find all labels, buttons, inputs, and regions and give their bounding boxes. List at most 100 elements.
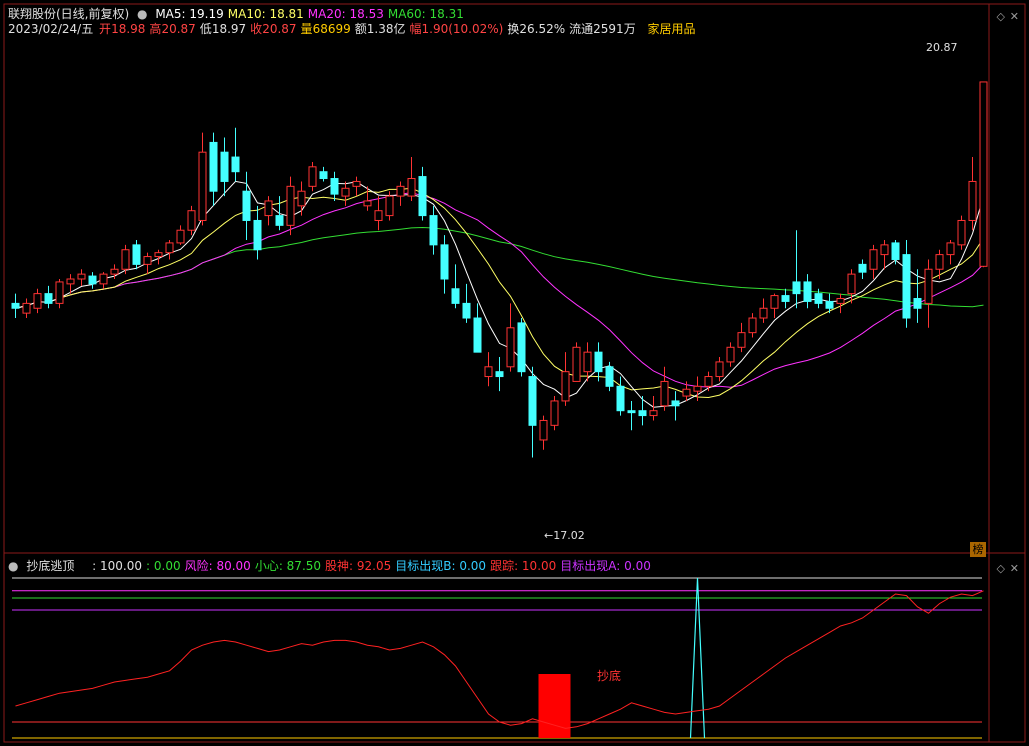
- candle-body-15: [176, 229, 185, 244]
- header-row-quote: 2023/02/24/五 开18.98 高20.87 低18.97 收20.87 量68…: [8, 22, 700, 36]
- quote-key-1: 高: [149, 22, 162, 36]
- candle-body-58: [649, 410, 658, 417]
- indicator-value-6: 跟踪: 10.00: [490, 559, 557, 573]
- candle-body-13: [154, 252, 163, 258]
- candle-body-54: [605, 366, 614, 387]
- candle-body-10: [121, 249, 130, 270]
- candle-body-37: [418, 176, 427, 217]
- candle-body-51: [572, 346, 581, 382]
- candle-body-18: [209, 141, 218, 192]
- quote-key-4: 量: [300, 22, 313, 36]
- candle-body-26: [297, 190, 306, 207]
- candle-body-27: [308, 166, 317, 187]
- candle-body-41: [462, 302, 471, 319]
- candle-body-20: [231, 156, 240, 173]
- candle-body-65: [726, 346, 735, 363]
- candle-body-62: [693, 385, 702, 392]
- candle-body-39: [440, 244, 449, 280]
- indicator-name[interactable]: 抄底逃顶: [26, 559, 74, 573]
- candle-body-85: [946, 242, 955, 256]
- indicator-expand-icon[interactable]: ◇: [997, 562, 1005, 575]
- indicator-values: : 100.00: 0.00 风险: 80.00 小心: 87.50 股神: 92.0…: [92, 559, 655, 573]
- ma-label-1: MA10: 18.81: [227, 7, 304, 21]
- indicator-value-5: 目标出现B: 0.00: [395, 559, 487, 573]
- indicator-close-icon[interactable]: ✕: [1010, 562, 1019, 575]
- quote-key-5: 额: [354, 22, 367, 36]
- candle-body-32: [363, 200, 372, 207]
- candle-body-69: [770, 295, 779, 309]
- indicator-settings-icon[interactable]: ●: [8, 559, 18, 573]
- candle-body-23: [264, 200, 273, 217]
- candle-body-52: [583, 351, 592, 373]
- candle-body-16: [187, 210, 196, 231]
- quote-value-8: 2591万: [593, 22, 636, 36]
- indicator-header: ● 抄底逃顶 : 100.00: 0.00 风险: 80.00 小心: 87.50 股…: [8, 559, 659, 573]
- candle-body-66: [737, 332, 746, 348]
- quote-key-3: 收: [250, 22, 263, 36]
- candle-body-82: [913, 298, 922, 309]
- candle-body-2: [33, 293, 42, 309]
- quote-value-6: 1.90(10.02%): [421, 22, 504, 36]
- quote-value-7: 26.52%: [519, 22, 566, 36]
- candle-body-9: [110, 268, 119, 275]
- candle-body-11: [132, 244, 141, 265]
- indicator-value-0: : 100.00: [92, 559, 143, 573]
- sector-label[interactable]: 家居用品: [648, 22, 696, 36]
- quote-value-5: 1.38亿: [366, 22, 406, 36]
- candle-body-28: [319, 171, 328, 180]
- indicator-value-2: 风险: 80.00: [184, 559, 251, 573]
- candle-body-30: [341, 187, 350, 197]
- candle-body-34: [385, 195, 394, 217]
- quote-key-0: 开: [99, 22, 112, 36]
- candle-body-21: [242, 190, 251, 221]
- expand-icon[interactable]: ◇: [997, 10, 1005, 23]
- quote-key-7: 换: [507, 22, 520, 36]
- candle-body-49: [550, 400, 559, 426]
- candle-body-87: [968, 180, 977, 221]
- candle-body-46: [517, 322, 526, 373]
- candle-body-64: [715, 361, 724, 378]
- settings-icon[interactable]: ●: [137, 7, 147, 21]
- quote-value-2: 18.97: [211, 22, 247, 36]
- candle-body-3: [44, 293, 53, 304]
- candle-body-29: [330, 178, 339, 195]
- ma-label-0: MA5: 19.19: [155, 7, 224, 21]
- candle-body-25: [286, 185, 295, 226]
- quote-fields: 开18.98 高20.87 低18.97 收20.87 量68699 额1.38亿 幅1.9…: [99, 22, 640, 36]
- candle-body-44: [495, 371, 504, 378]
- candle-body-68: [759, 307, 768, 319]
- indicator-value-1: : 0.00: [146, 559, 181, 573]
- candle-body-72: [803, 281, 812, 302]
- candle-body-84: [935, 254, 944, 270]
- candle-body-60: [671, 400, 680, 407]
- candle-body-76: [847, 273, 856, 295]
- candle-body-43: [484, 366, 493, 378]
- candle-body-33: [374, 210, 383, 221]
- close-icon[interactable]: ✕: [1010, 10, 1019, 23]
- rank-badge[interactable]: 榜: [970, 542, 986, 557]
- candle-body-67: [748, 317, 757, 334]
- candle-body-61: [682, 388, 691, 397]
- candle-body-35: [396, 185, 405, 197]
- candle-body-63: [704, 376, 713, 387]
- candle-body-78: [869, 249, 878, 270]
- high-price-label: 20.87: [926, 41, 958, 54]
- candle-body-19: [220, 151, 229, 182]
- ma-label-2: MA20: 18.53: [307, 7, 384, 21]
- candle-body-80: [891, 242, 900, 260]
- candle-body-5: [66, 278, 75, 285]
- candle-body-1: [22, 302, 31, 314]
- candle-body-73: [814, 293, 823, 304]
- candle-body-88: [979, 81, 988, 267]
- candle-body-42: [473, 317, 482, 353]
- candle-body-47: [528, 376, 537, 426]
- target-spike-line: [689, 577, 706, 739]
- candle-body-38: [429, 215, 438, 246]
- candle-body-56: [627, 410, 636, 414]
- candle-body-6: [77, 273, 86, 280]
- candle-body-74: [825, 300, 834, 309]
- candle-body-7: [88, 275, 97, 285]
- quote-key-6: 幅: [409, 22, 422, 36]
- quote-value-3: 20.87: [262, 22, 297, 36]
- quote-value-1: 20.87: [161, 22, 196, 36]
